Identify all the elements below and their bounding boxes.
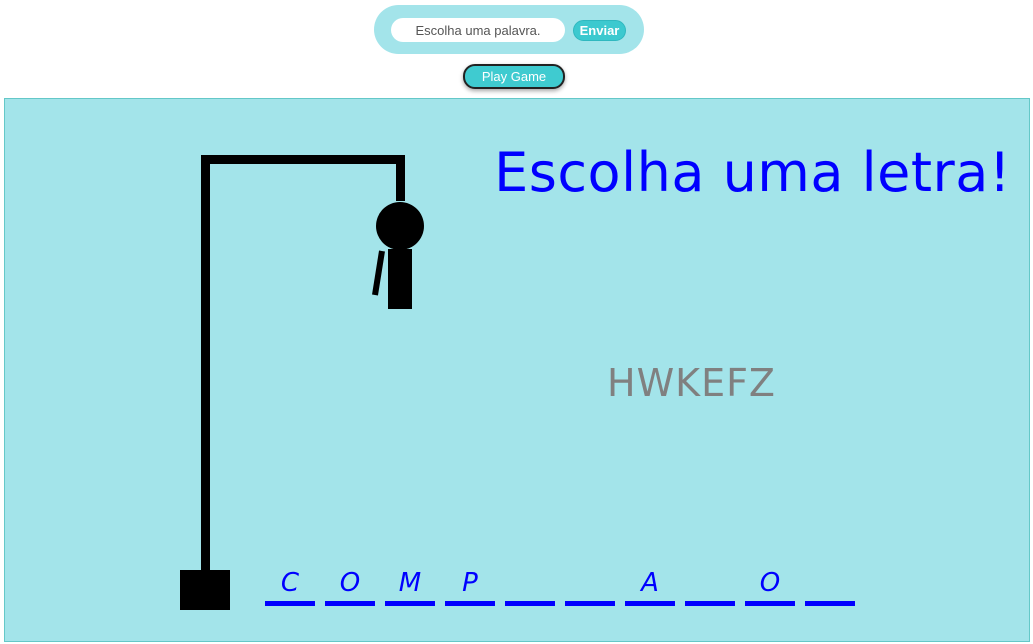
play-game-button[interactable]: Play Game <box>463 64 565 89</box>
hangman-body <box>388 249 412 309</box>
prompt-heading: Escolha uma letra! <box>494 141 1011 204</box>
gallows-beam <box>201 155 405 164</box>
gallows-base <box>180 570 230 610</box>
letter-slot: C <box>265 565 315 606</box>
letter-slot: O <box>325 565 375 606</box>
letter-slot: A <box>625 565 675 606</box>
wrong-letters: HWKEFZ <box>607 361 776 405</box>
letter-slot <box>685 565 735 606</box>
hangman-head <box>376 202 424 250</box>
letter-slot <box>505 565 555 606</box>
word-entry-form: Enviar <box>374 5 644 54</box>
send-button[interactable]: Enviar <box>573 20 626 41</box>
hangman-left-arm <box>372 250 385 296</box>
letter-slot: M <box>385 565 435 606</box>
letter-slot: O <box>745 565 795 606</box>
letter-slot: P <box>445 565 495 606</box>
gallows-rope <box>396 155 405 201</box>
word-input[interactable] <box>391 18 565 42</box>
letter-slot <box>565 565 615 606</box>
game-board: Escolha uma letra! HWKEFZ COMPAO <box>4 98 1030 642</box>
gallows-post <box>201 155 210 573</box>
letter-slot <box>805 565 855 606</box>
